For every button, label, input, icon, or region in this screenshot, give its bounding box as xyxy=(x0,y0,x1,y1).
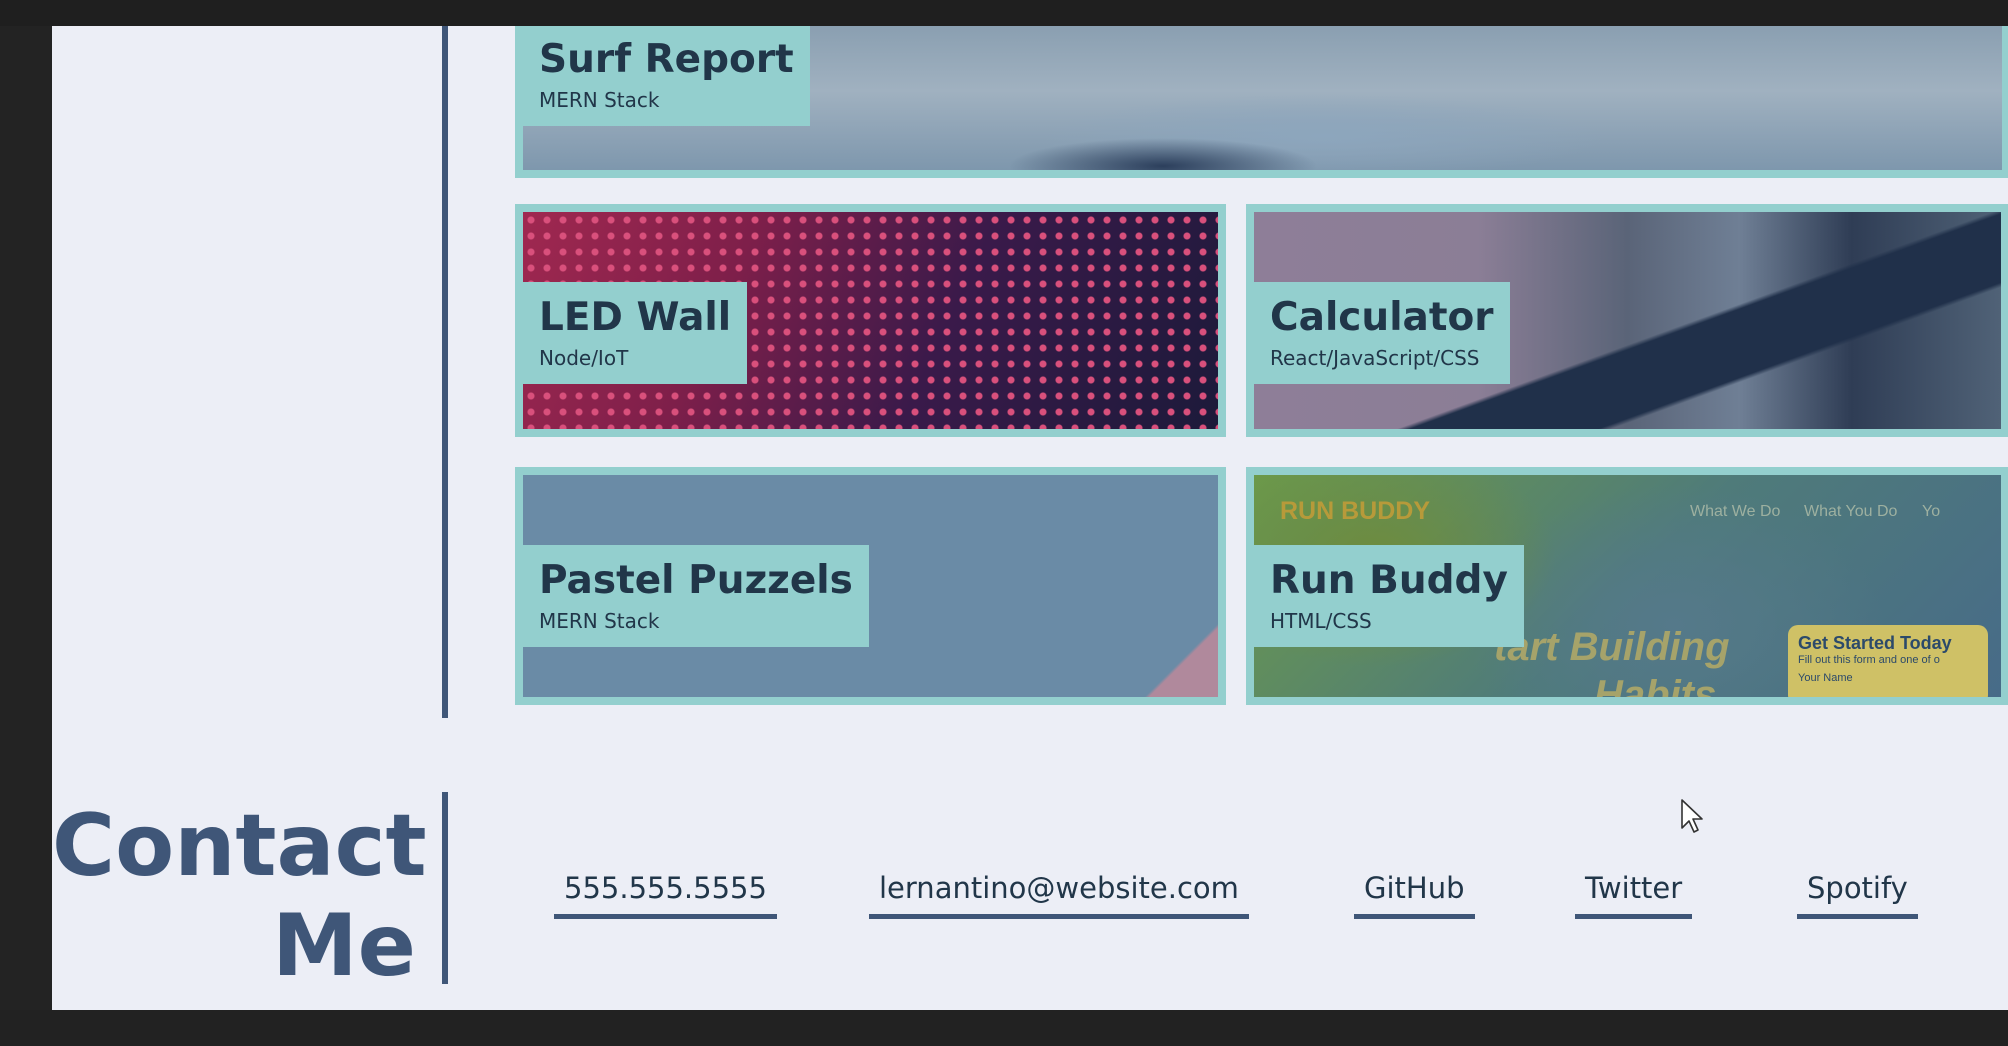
run-buddy-form: Get Started Today Fill out this form and… xyxy=(1788,625,1988,697)
run-buddy-nav-2: What You Do xyxy=(1804,503,1898,520)
window-top-bar xyxy=(0,0,2008,26)
project-label: Calculator React/JavaScript/CSS xyxy=(1254,282,1510,384)
contact-divider xyxy=(442,792,448,984)
project-tech: MERN Stack xyxy=(539,609,660,633)
project-title: Pastel Puzzels xyxy=(539,558,853,603)
run-buddy-form-field: Your Name xyxy=(1798,672,1853,684)
portfolio-page: Surf Report MERN Stack LED Wall Node/IoT… xyxy=(52,26,2008,1010)
ghost-text-decoration xyxy=(172,176,203,281)
run-buddy-nav-3: Yo xyxy=(1922,503,1941,520)
contact-heading: Contact Me xyxy=(52,796,427,996)
project-card-led-wall[interactable]: LED Wall Node/IoT xyxy=(515,204,1226,437)
run-buddy-brand: RUN BUDDY xyxy=(1280,497,1430,525)
project-label: Pastel Puzzels MERN Stack xyxy=(523,545,869,647)
project-card-surf-report[interactable]: Surf Report MERN Stack xyxy=(515,26,2008,178)
run-buddy-headline-1: tart Building xyxy=(1494,625,1730,669)
contact-heading-line2: Me xyxy=(272,896,416,996)
contact-spotify-link[interactable]: Spotify xyxy=(1797,868,1918,919)
project-card-pastel-puzzels[interactable]: Pastel Puzzels MERN Stack xyxy=(515,467,1226,705)
mouse-cursor-icon xyxy=(1681,799,1703,833)
run-buddy-headline-2: Habits xyxy=(1594,673,1717,705)
project-label: Surf Report MERN Stack xyxy=(523,26,810,126)
run-buddy-form-sub: Fill out this form and one of o xyxy=(1798,654,1940,666)
window-bottom-bar xyxy=(0,1010,2008,1046)
project-tech: React/JavaScript/CSS xyxy=(1270,346,1480,370)
project-label: Run Buddy HTML/CSS xyxy=(1254,545,1524,647)
contact-email-link[interactable]: lernantino@website.com xyxy=(869,868,1249,919)
project-title: Calculator xyxy=(1270,295,1494,340)
contact-github-link[interactable]: GitHub xyxy=(1354,868,1475,919)
section-divider xyxy=(442,26,448,718)
project-label: LED Wall Node/IoT xyxy=(523,282,748,384)
project-tech: MERN Stack xyxy=(539,88,660,112)
run-buddy-nav-1: What We Do xyxy=(1690,503,1781,520)
contact-heading-line1: Contact xyxy=(52,796,427,896)
run-buddy-form-title: Get Started Today xyxy=(1798,633,1952,653)
project-tech: HTML/CSS xyxy=(1270,609,1372,633)
project-title: LED Wall xyxy=(539,295,732,340)
project-tech: Node/IoT xyxy=(539,346,629,370)
project-card-run-buddy[interactable]: RUN BUDDY What We Do What You Do Yo tart… xyxy=(1246,467,2008,705)
contact-phone-link[interactable]: 555.555.5555 xyxy=(554,868,777,919)
contact-twitter-link[interactable]: Twitter xyxy=(1575,868,1693,919)
project-card-calculator[interactable]: Calculator React/JavaScript/CSS xyxy=(1246,204,2008,437)
project-title: Surf Report xyxy=(539,37,794,82)
project-title: Run Buddy xyxy=(1270,558,1508,603)
